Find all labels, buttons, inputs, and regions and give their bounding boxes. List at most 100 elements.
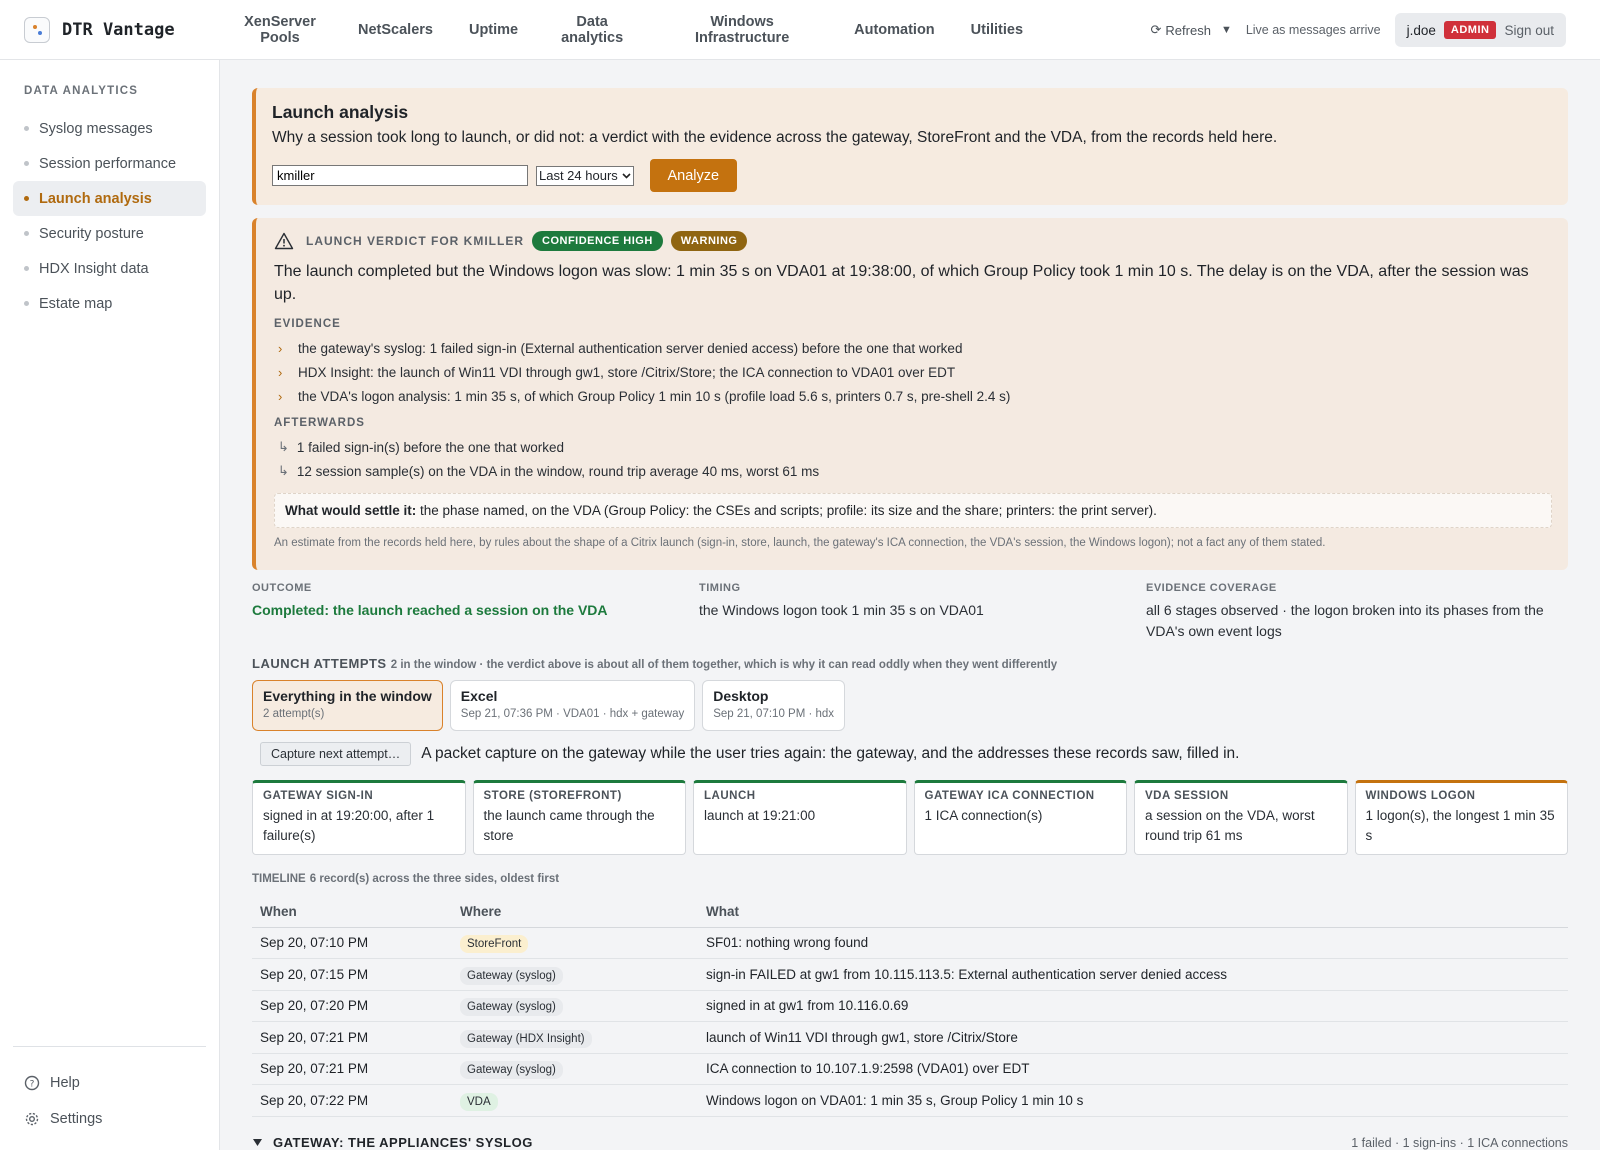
stages-row: GATEWAY SIGN-IN signed in at 19:20:00, af…: [252, 780, 1568, 855]
confidence-badge: CONFIDENCE HIGH: [532, 231, 663, 251]
live-status: Live as messages arrive: [1245, 23, 1381, 37]
bullet-icon: [24, 196, 29, 201]
fact-value: the Windows logon took 1 min 35 s on VDA…: [699, 602, 984, 618]
tab-excel[interactable]: Excel Sep 21, 07:36 PM · VDA01 · hdx + g…: [449, 680, 696, 731]
nav-uptime[interactable]: Uptime: [451, 22, 536, 38]
nav-utilities[interactable]: Utilities: [953, 22, 1041, 38]
source-tag: Gateway (HDX Insight): [460, 1029, 592, 1048]
help-label: Help: [50, 1075, 80, 1091]
nav-automation[interactable]: Automation: [836, 22, 953, 38]
cell-where: Gateway (syslog): [452, 990, 698, 1022]
cell-when: Sep 20, 07:20 PM: [252, 990, 452, 1022]
cell-when: Sep 20, 07:21 PM: [252, 1021, 452, 1054]
svg-text:?: ?: [30, 1080, 35, 1090]
sidebar-item-label: Estate map: [39, 295, 113, 312]
launch-attempts-title: LAUNCH ATTEMPTS: [252, 656, 387, 671]
evidence-item: › the gateway's syslog: 1 failed sign-in …: [274, 336, 1552, 360]
source-tag: Gateway (syslog): [460, 1061, 563, 1080]
fact-timing: TIMING the Windows logon took 1 min 35 s…: [699, 582, 1146, 642]
afterwards-text: 1 failed sign-in(s) before the one that …: [296, 439, 565, 455]
cell-what: signed in at gw1 from 10.116.0.69: [698, 990, 1568, 1022]
sidebar-item-hdx-insight-data[interactable]: HDX Insight data: [13, 251, 206, 286]
facts-row: OUTCOME Completed: the launch reached a …: [252, 582, 1568, 642]
cell-when: Sep 20, 07:10 PM: [252, 927, 452, 959]
capture-next-attempt-button[interactable]: Capture next attempt…: [260, 742, 412, 766]
refresh-options-chevron-icon[interactable]: ▼: [1221, 24, 1232, 36]
source-tag: Gateway (syslog): [460, 966, 563, 985]
cell-when: Sep 20, 07:22 PM: [252, 1084, 452, 1117]
sidebar-item-label: Launch analysis: [39, 190, 152, 207]
stage-label: GATEWAY SIGN-IN: [263, 790, 374, 802]
sidebar-item-syslog-messages[interactable]: Syslog messages: [13, 111, 206, 146]
table-row: Sep 20, 07:15 PM Gateway (syslog) sign-in …: [252, 958, 1568, 991]
verdict-label: LAUNCH VERDICT FOR KMILLER: [306, 234, 524, 248]
settle-label: What would settle it:: [285, 503, 417, 518]
timeline-table: When Where What Sep 20, 07:10 PM StoreFro…: [252, 897, 1568, 1117]
time-range-value: Last 24 hours: [539, 168, 618, 183]
sign-out-link[interactable]: Sign out: [1504, 23, 1554, 38]
capture-description: A packet capture on the gateway while th…: [421, 745, 1240, 762]
top-bar: DTR Vantage XenServer Pools NetScalers U…: [0, 0, 1600, 60]
source-tag: Gateway (syslog): [460, 998, 563, 1017]
cell-where: Gateway (HDX Insight): [452, 1021, 698, 1054]
evidence-text: HDX Insight: the launch of Win11 VDI thr…: [298, 364, 956, 380]
fact-label: TIMING: [699, 582, 741, 594]
role-badge: ADMIN: [1443, 21, 1497, 39]
settle-box: What would settle it: the phase named, o…: [274, 493, 1552, 528]
nav-data-analytics[interactable]: Data analytics: [536, 14, 648, 46]
user-menu: j.doe ADMIN Sign out: [1394, 13, 1566, 47]
stage-label: STORE (STOREFRONT): [483, 790, 622, 802]
timeline-subtitle: 6 record(s) across the three sides, olde…: [309, 873, 560, 885]
cell-where: Gateway (syslog): [452, 1053, 698, 1085]
analyze-button[interactable]: Analyze: [649, 159, 737, 192]
cell-where: Gateway (syslog): [452, 958, 698, 991]
settle-text: the phase named, on the VDA (Group Polic…: [420, 503, 1157, 518]
brand[interactable]: DTR Vantage: [0, 16, 220, 43]
stage-gateway-sign-in: GATEWAY SIGN-IN signed in at 19:20:00, af…: [252, 780, 466, 855]
nav-netscalers[interactable]: NetScalers: [340, 22, 451, 38]
gateway-section-title: GATEWAY: THE APPLIANCES' SYSLOG: [273, 1135, 533, 1150]
evidence-text: the VDA's logon analysis: 1 min 35 s, of…: [298, 388, 1011, 404]
cell-what: sign-in FAILED at gw1 from 10.115.113.5:…: [698, 958, 1568, 991]
sidebar-item-launch-analysis[interactable]: Launch analysis: [13, 181, 206, 216]
warning-icon: [274, 232, 294, 250]
nav-xenserver-pools[interactable]: XenServer Pools: [220, 14, 340, 46]
stage-store: STORE (STOREFRONT) the launch came throug…: [472, 780, 686, 855]
bullet-icon: [24, 266, 29, 271]
tab-everything-in-window[interactable]: Everything in the window 2 attempt(s): [252, 680, 443, 731]
tab-desktop[interactable]: Desktop Sep 21, 07:10 PM · hdx: [702, 680, 846, 731]
sidebar-item-label: HDX Insight data: [39, 260, 149, 277]
fact-outcome: OUTCOME Completed: the launch reached a …: [252, 582, 699, 642]
stage-value: the launch came through the store: [483, 808, 655, 843]
page-title: Launch analysis: [272, 102, 409, 122]
cell-what: Windows logon on VDA01: 1 min 35 s, Grou…: [698, 1084, 1568, 1117]
user-search-input[interactable]: [272, 165, 528, 186]
gateway-section-header[interactable]: GATEWAY: THE APPLIANCES' SYSLOG 1 failed…: [252, 1135, 1568, 1150]
sidebar-item-security-posture[interactable]: Security posture: [13, 216, 206, 251]
app-name: DTR Vantage: [62, 19, 175, 40]
bullet-icon: [24, 126, 29, 131]
evidence-item: › HDX Insight: the launch of Win11 VDI th…: [274, 360, 1552, 384]
stage-vda-session: VDA SESSION a session on the VDA, worst r…: [1134, 780, 1348, 855]
evidence-item: › the VDA's logon analysis: 1 min 35 s, o…: [274, 384, 1552, 408]
sidebar-item-session-performance[interactable]: Session performance: [13, 146, 206, 181]
column-header-when: When: [252, 897, 452, 928]
settings-link[interactable]: Settings: [13, 1101, 206, 1137]
refresh-button[interactable]: ⟳ Refresh: [1151, 22, 1211, 38]
gear-icon: [25, 1112, 39, 1126]
afterwards-item: ↳ 1 failed sign-in(s) before the one that…: [274, 435, 1552, 459]
cell-where: StoreFront: [452, 927, 698, 959]
table-row: Sep 20, 07:21 PM Gateway (HDX Insight) lau…: [252, 1021, 1568, 1054]
time-range-select[interactable]: Last 24 hours: [536, 165, 634, 186]
estimate-note: An estimate from the records held here, …: [274, 537, 1326, 549]
sidebar-item-estate-map[interactable]: Estate map: [13, 286, 206, 321]
stage-label: GATEWAY ICA CONNECTION: [924, 790, 1095, 802]
help-link[interactable]: ? Help: [13, 1065, 206, 1101]
refresh-icon: ⟳: [1150, 22, 1162, 37]
launch-attempts-heading: LAUNCH ATTEMPTS 2 in the window · the ve…: [252, 656, 1568, 671]
chevron-right-icon: ›: [278, 340, 283, 356]
tab-title: Everything in the window: [263, 688, 432, 704]
cell-where: VDA: [452, 1084, 698, 1117]
nav-windows-infrastructure[interactable]: Windows Infrastructure: [672, 14, 812, 46]
stage-label: VDA SESSION: [1145, 790, 1229, 802]
